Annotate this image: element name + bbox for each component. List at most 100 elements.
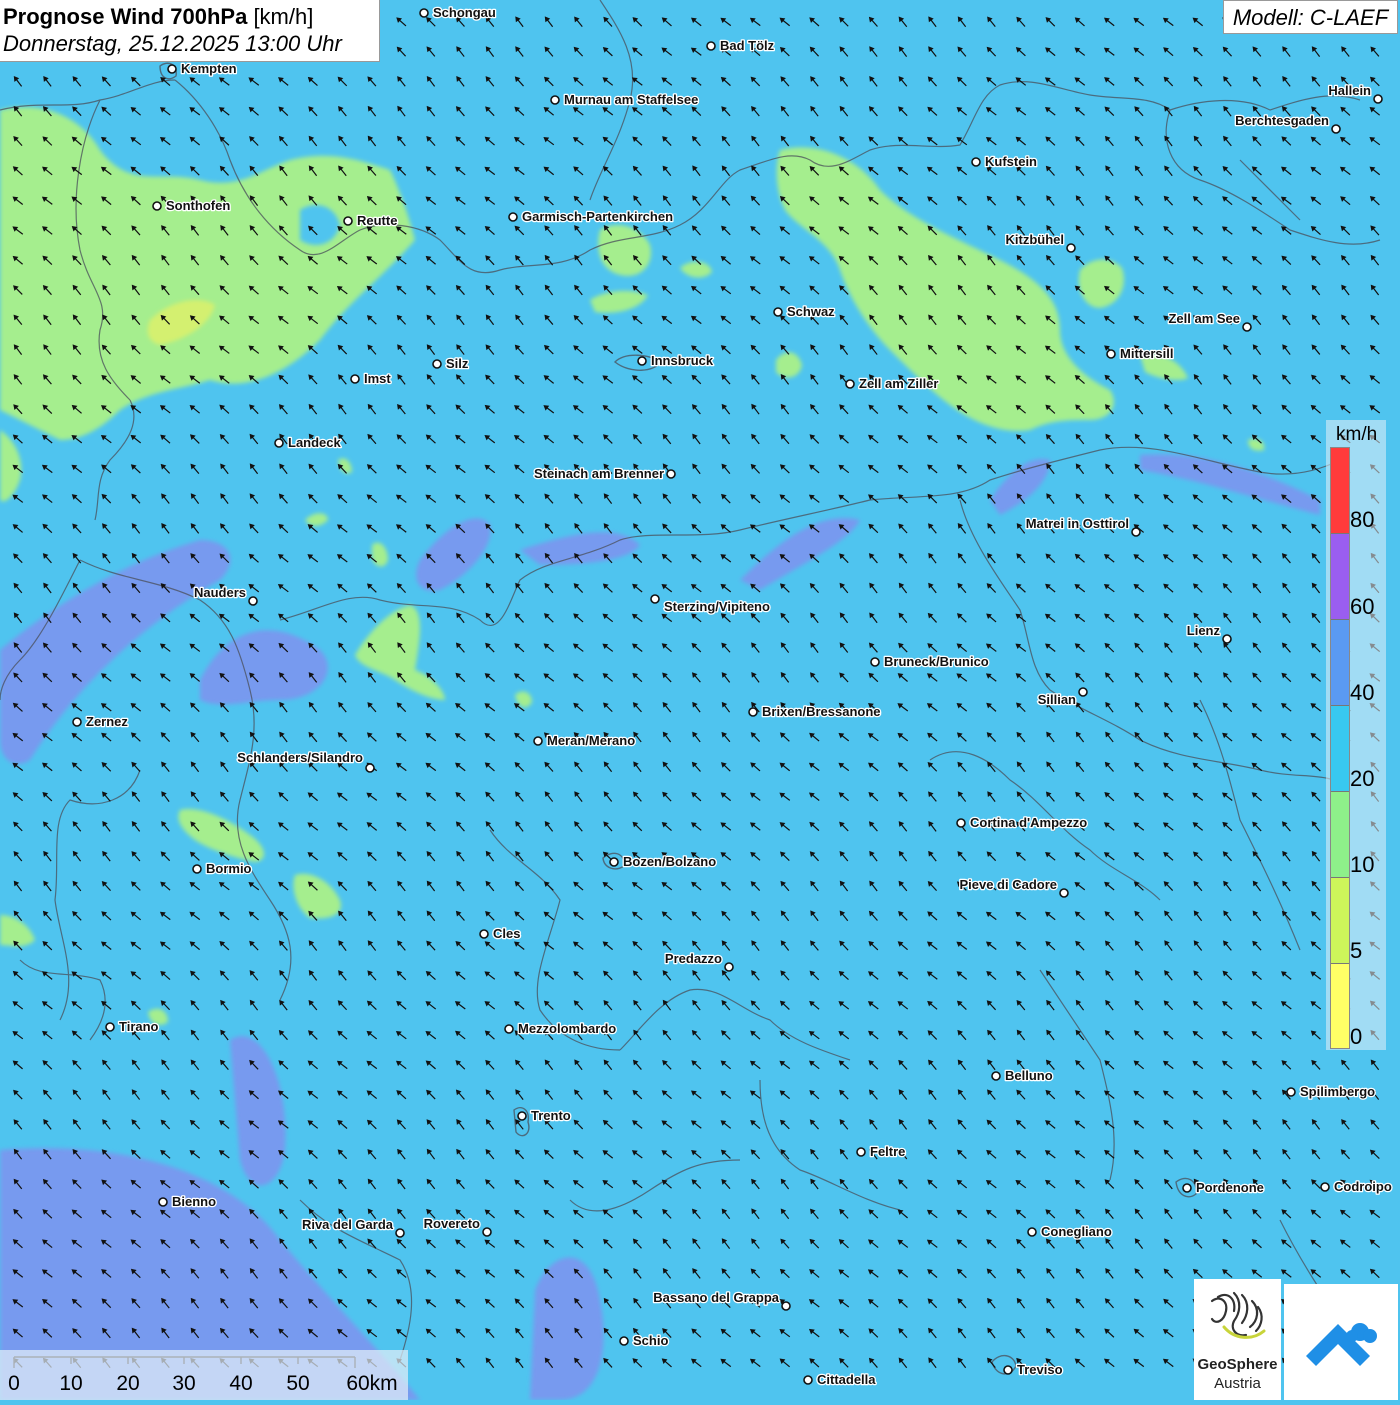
city-label: Schongau <box>433 5 496 20</box>
legend-segment-0 <box>1331 964 1349 1048</box>
city-label: Zell am See <box>1168 311 1240 326</box>
city-label: Spilimbergo <box>1300 1084 1375 1099</box>
city-label: Bassano del Grappa <box>653 1290 779 1305</box>
forecast-datetime: Donnerstag, 25.12.2025 13:00 Uhr <box>3 31 342 56</box>
city-label: Imst <box>364 371 391 386</box>
city-label: Treviso <box>1017 1362 1063 1377</box>
title-unit: [km/h] <box>253 4 314 29</box>
scalebar-label: 30 <box>172 1372 196 1395</box>
city-label: Kitzbühel <box>1006 232 1065 247</box>
scalebar-label: 50 <box>286 1372 310 1395</box>
city-label: Bruneck/Brunico <box>884 654 989 669</box>
city-dot-icon <box>856 1147 866 1157</box>
city-label: Rovereto <box>424 1216 480 1231</box>
city-dot-icon <box>1106 349 1116 359</box>
city-label: Meran/Merano <box>547 733 635 748</box>
city-dot-icon <box>1182 1183 1192 1193</box>
city-label: Berchtesgaden <box>1235 113 1329 128</box>
city-dot-icon <box>609 857 619 867</box>
city-dot-icon <box>1003 1365 1013 1375</box>
legend-segment-5 <box>1331 878 1349 964</box>
city-label: Trento <box>531 1108 571 1123</box>
legend-tick: 60 <box>1350 594 1375 619</box>
city-marker: Spilimbergo <box>1286 1083 1376 1100</box>
legend-segment-40 <box>1331 620 1349 706</box>
city-label: Feltre <box>870 1144 905 1159</box>
city-label: Silz <box>446 356 469 371</box>
geosphere-icon <box>1210 1291 1266 1339</box>
city-label: Innsbruck <box>651 353 714 368</box>
geosphere-country: Austria <box>1214 1375 1261 1392</box>
city-label: Tirano <box>119 1019 159 1034</box>
city-label: Codroipo <box>1334 1179 1392 1194</box>
city-marker: Bruneck/Brunico <box>870 653 990 670</box>
city-marker: Brixen/Bressanone <box>748 703 882 720</box>
scalebar-label: 40 <box>229 1372 253 1395</box>
city-label: Cittadella <box>817 1372 876 1387</box>
city-dot-icon <box>724 962 734 972</box>
city-dot-icon <box>105 1022 115 1032</box>
legend-segment-10 <box>1331 792 1349 878</box>
city-label: Bormio <box>206 861 252 876</box>
city-label: Schwaz <box>787 304 835 319</box>
city-dot-icon <box>666 469 676 479</box>
city-dot-icon <box>479 929 489 939</box>
city-marker: Mezzolombardo <box>504 1020 618 1037</box>
city-dot-icon <box>650 594 660 604</box>
city-dot-icon <box>395 1228 405 1238</box>
city-label: Belluno <box>1005 1068 1053 1083</box>
city-dot-icon <box>192 864 202 874</box>
city-label: Nauders <box>194 585 246 600</box>
legend-segment-80 <box>1331 448 1349 534</box>
city-label: Steinach am Brenner <box>534 466 664 481</box>
city-dot-icon <box>1027 1227 1037 1237</box>
legend-tick: 20 <box>1350 766 1375 791</box>
city-label: Pordenone <box>1196 1180 1264 1195</box>
city-dot-icon <box>845 379 855 389</box>
city-marker: Murnau am Staffelsee <box>550 91 700 108</box>
city-label: Murnau am Staffelsee <box>564 92 698 107</box>
city-dot-icon <box>365 763 375 773</box>
city-dot-icon <box>1331 124 1341 134</box>
city-dot-icon <box>152 201 162 211</box>
city-dot-icon <box>773 307 783 317</box>
legend-segment-20 <box>1331 706 1349 792</box>
city-label: Zernez <box>86 714 128 729</box>
city-label: Schlanders/Silandro <box>237 750 363 765</box>
city-dot-icon <box>1059 888 1069 898</box>
city-label: Conegliano <box>1041 1224 1112 1239</box>
city-dot-icon <box>1222 634 1232 644</box>
legend-tick: 40 <box>1350 680 1375 705</box>
city-dot-icon <box>517 1111 527 1121</box>
partner-logo <box>1284 1284 1398 1400</box>
legend-unit: km/h <box>1336 424 1378 445</box>
city-label: Kufstein <box>985 154 1037 169</box>
scalebar-label: 20 <box>116 1372 140 1395</box>
legend-tick: 80 <box>1350 507 1375 532</box>
city-dot-icon <box>248 596 258 606</box>
city-dot-icon <box>350 374 360 384</box>
mountain-cloud-icon <box>1306 1323 1377 1366</box>
city-label: Landeck <box>288 435 342 450</box>
city-label: Zell am Ziller <box>859 376 938 391</box>
city-dot-icon <box>274 438 284 448</box>
city-label: Riva del Garda <box>302 1217 394 1232</box>
city-marker: Conegliano <box>1027 1223 1113 1240</box>
scalebar-label: 10 <box>59 1372 83 1395</box>
city-dot-icon <box>343 216 353 226</box>
city-marker: Zell am Ziller <box>845 375 940 392</box>
city-dot-icon <box>1066 243 1076 253</box>
geosphere-wordmark: GeoSphere <box>1197 1356 1278 1373</box>
city-dot-icon <box>504 1024 514 1034</box>
city-dot-icon <box>432 359 442 369</box>
city-marker: Garmisch-Partenkirchen <box>508 208 674 225</box>
city-dot-icon <box>1286 1087 1296 1097</box>
city-label: Bad Tölz <box>720 38 775 53</box>
city-label: Mezzolombardo <box>518 1021 616 1036</box>
city-label: Bienno <box>172 1194 216 1209</box>
city-marker: Pordenone <box>1182 1179 1265 1196</box>
legend-colorbar <box>1330 447 1350 1049</box>
city-label: Matrei in Osttirol <box>1026 516 1129 531</box>
city-marker: Bozen/Bolzano <box>609 853 718 870</box>
city-label: Predazzo <box>665 951 722 966</box>
